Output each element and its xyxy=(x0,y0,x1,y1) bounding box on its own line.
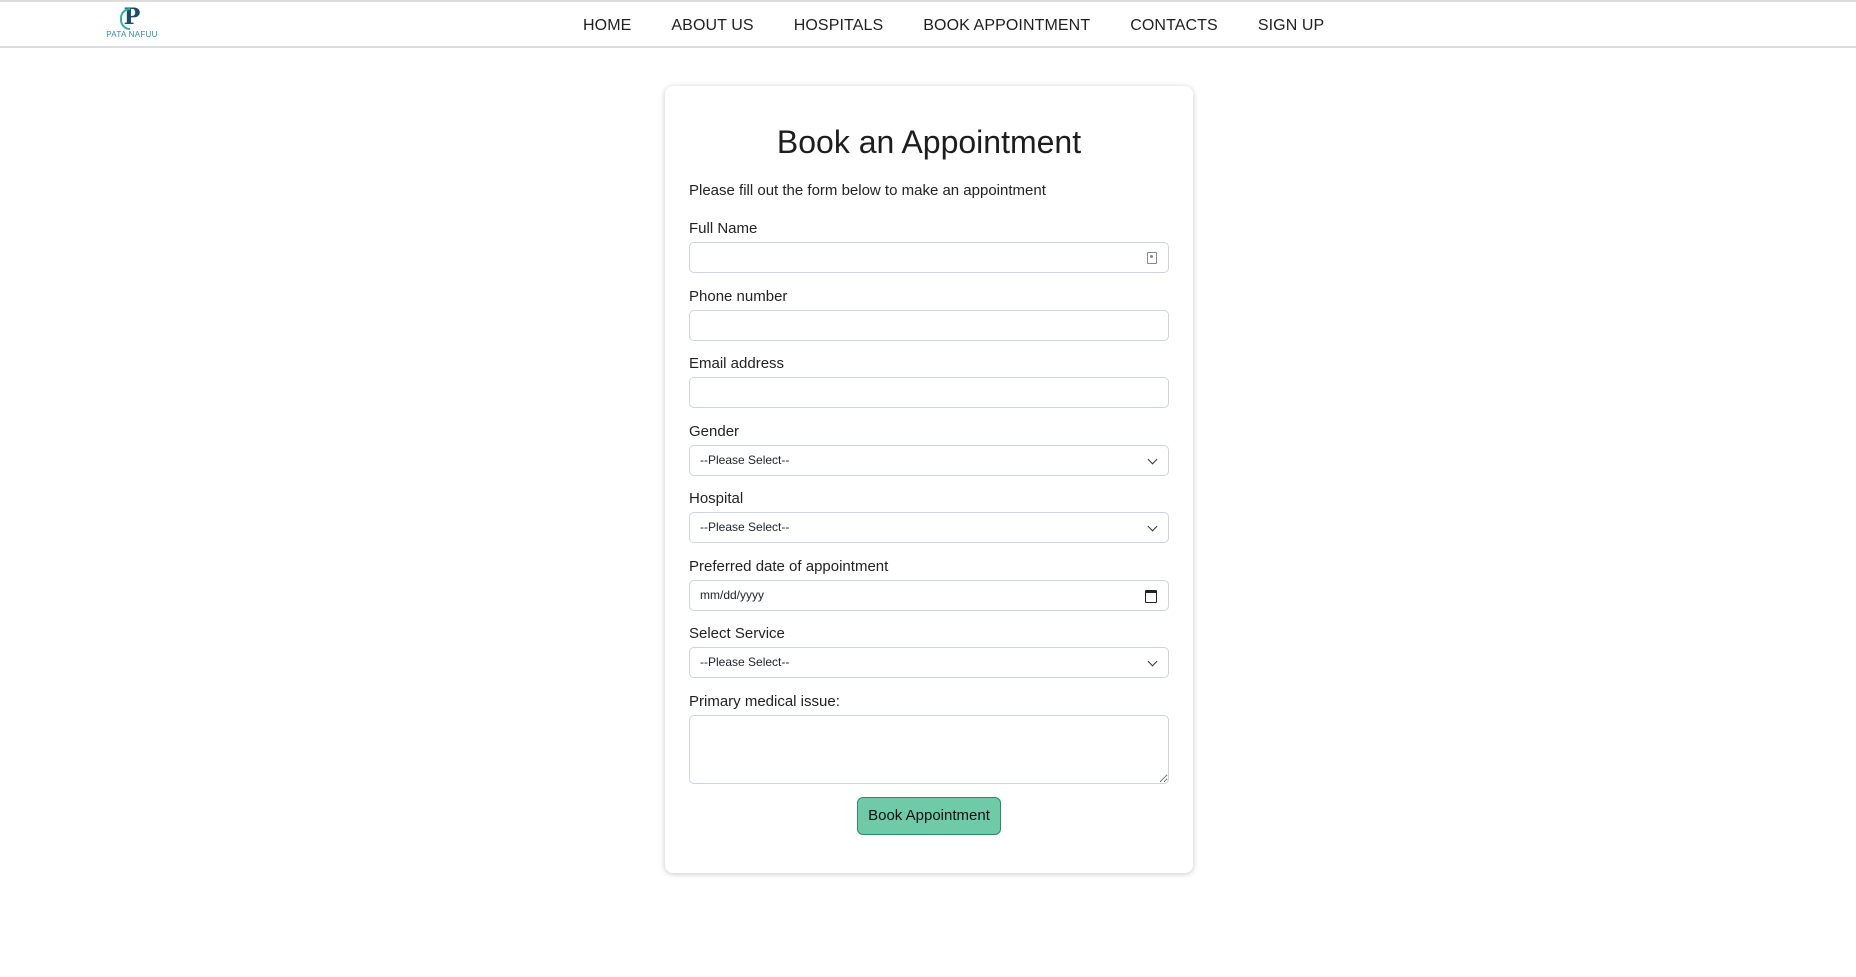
date-group: Preferred date of appointment mm/dd/yyyy xyxy=(689,557,1169,611)
email-group: Email address xyxy=(689,354,1169,408)
nav-hospitals[interactable]: HOSPITALS xyxy=(794,17,884,35)
nav-book-appointment[interactable]: BOOK APPOINTMENT xyxy=(923,17,1090,35)
chevron-down-icon xyxy=(1147,521,1158,532)
main-nav: HOME ABOUT US HOSPITALS BOOK APPOINTMENT… xyxy=(583,2,1364,50)
gender-label: Gender xyxy=(689,423,740,440)
service-selected: --Please Select-- xyxy=(700,655,790,669)
phone-group: Phone number xyxy=(689,287,1169,341)
service-label: Select Service xyxy=(689,625,785,642)
site-logo[interactable]: P PATA NAFUU xyxy=(104,6,160,42)
nav-sign-up[interactable]: SIGN UP xyxy=(1258,17,1325,35)
book-appointment-button[interactable]: Book Appointment xyxy=(857,797,1001,835)
service-group: Select Service --Please Select-- xyxy=(689,624,1169,678)
form-intro: Please fill out the form below to make a… xyxy=(689,182,1046,199)
calendar-icon[interactable] xyxy=(1145,590,1157,603)
email-label: Email address xyxy=(689,355,785,372)
date-input[interactable]: mm/dd/yyyy xyxy=(689,580,1169,611)
gender-selected: --Please Select-- xyxy=(700,453,790,467)
full-name-group: Full Name xyxy=(689,219,1169,273)
page-title: Book an Appointment xyxy=(776,124,1082,160)
date-value: mm/dd/yyyy xyxy=(700,588,765,602)
nav-contacts[interactable]: CONTACTS xyxy=(1130,17,1218,35)
hospital-label: Hospital xyxy=(689,490,744,507)
top-navbar: P PATA NAFUU HOME ABOUT US HOSPITALS BOO… xyxy=(0,0,1856,48)
full-name-input[interactable] xyxy=(689,242,1169,273)
hospital-select[interactable]: --Please Select-- xyxy=(689,512,1169,543)
chevron-down-icon xyxy=(1147,454,1158,465)
phone-input[interactable] xyxy=(689,310,1169,341)
contact-card-icon[interactable] xyxy=(1147,252,1157,264)
issue-group: Primary medical issue: xyxy=(689,692,1169,784)
gender-group: Gender --Please Select-- xyxy=(689,422,1169,476)
logo-wordmark: PATA NAFUU xyxy=(106,30,158,39)
appointment-form-card: Book an Appointment Please fill out the … xyxy=(665,86,1193,873)
issue-textarea[interactable] xyxy=(689,715,1169,784)
date-label: Preferred date of appointment xyxy=(689,558,889,575)
hospital-selected: --Please Select-- xyxy=(700,520,790,534)
gender-select[interactable]: --Please Select-- xyxy=(689,445,1169,476)
chevron-down-icon xyxy=(1147,656,1158,667)
nav-home[interactable]: HOME xyxy=(583,17,631,35)
hospital-group: Hospital --Please Select-- xyxy=(689,489,1169,543)
email-input[interactable] xyxy=(689,377,1169,408)
phone-label: Phone number xyxy=(689,288,788,305)
logo-mark: P xyxy=(119,4,141,30)
nav-about-us[interactable]: ABOUT US xyxy=(671,17,753,35)
full-name-label: Full Name xyxy=(689,220,758,237)
issue-label: Primary medical issue: xyxy=(689,693,840,710)
service-select[interactable]: --Please Select-- xyxy=(689,647,1169,678)
